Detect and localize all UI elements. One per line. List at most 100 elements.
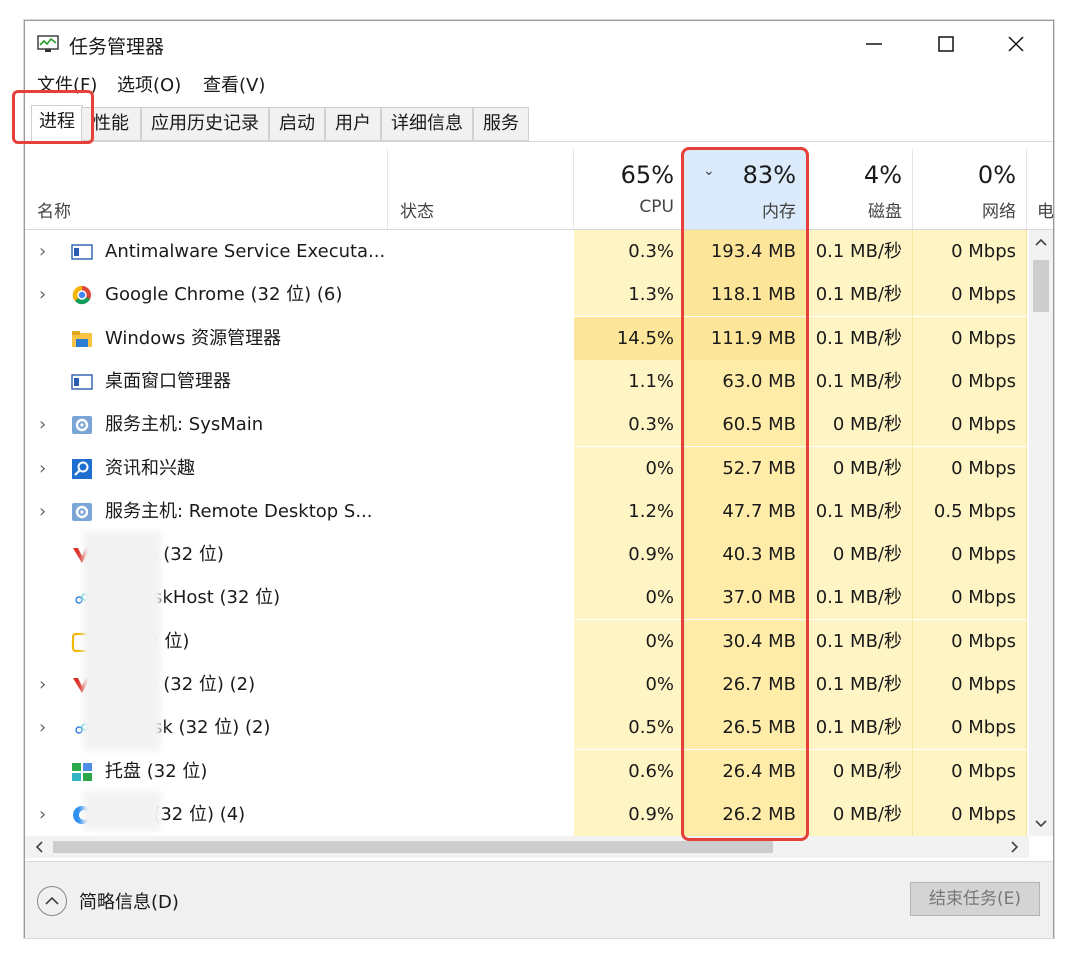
table-row[interactable]: Office (32 位) 0.9% 40.3 MB 0 MB/秒 0 Mbps	[25, 533, 1029, 577]
expand-chevron-icon[interactable]: ›	[39, 273, 46, 316]
minimize-button[interactable]	[839, 21, 909, 67]
network-value: 0 Mbps	[913, 706, 1027, 750]
header-disk[interactable]: 4% 磁盘	[807, 149, 913, 229]
end-task-button[interactable]: 结束任务(E)	[910, 882, 1040, 916]
column-header: 名称 状态 65% CPU ⌄ 83% 内存 4% 磁盘 0% 网络 电	[25, 149, 1053, 230]
process-name: Windows 资源管理器	[105, 327, 282, 349]
redacted-area	[83, 791, 161, 831]
table-row[interactable]: Windows 资源管理器 14.5% 111.9 MB 0.1 MB/秒 0 Mbps	[25, 316, 1029, 360]
folder-icon	[72, 330, 92, 347]
vertical-scrollbar[interactable]	[1029, 230, 1053, 836]
disk-value: 0 MB/秒	[807, 403, 913, 447]
cpu-value: 0.3%	[574, 403, 685, 447]
close-icon	[1008, 36, 1024, 52]
disk-value: 0 MB/秒	[807, 446, 913, 490]
disk-value: 0 MB/秒	[807, 792, 913, 836]
horizontal-scroll-thumb[interactable]	[53, 841, 773, 853]
table-row[interactable]: › 服务主机: Remote Desktop S... 1.2% 47.7 MB 0.1…	[25, 489, 1029, 533]
scroll-left-icon[interactable]	[29, 836, 49, 858]
tray-icon	[72, 762, 92, 781]
fewer-details-button[interactable]	[37, 886, 67, 916]
task-manager-window: 任务管理器 文件(F) 选项(O) 查看(V) 进程 性能 应用历史记录 启动 …	[24, 20, 1054, 938]
network-value: 0 Mbps	[913, 576, 1027, 620]
header-network[interactable]: 0% 网络	[913, 149, 1027, 229]
header-power[interactable]: 电	[1027, 149, 1053, 229]
menu-options[interactable]: 选项(O)	[117, 71, 181, 97]
tab-users[interactable]: 用户	[325, 107, 381, 141]
cpu-value: 1.2%	[574, 489, 685, 533]
network-value: 0 Mbps	[913, 663, 1027, 706]
table-row[interactable]: › Antimalware Service Executa... 0.3% 193.4…	[25, 230, 1029, 273]
expand-chevron-icon[interactable]: ›	[39, 793, 46, 836]
footer-bar: 简略信息(D) 结束任务(E)	[25, 861, 1053, 938]
table-row[interactable]: › Google Chrome (32 位) (6) 1.3% 118.1 MB 0.1…	[25, 273, 1029, 317]
expand-chevron-icon[interactable]: ›	[39, 230, 46, 273]
network-value: 0 Mbps	[913, 230, 1027, 273]
close-button[interactable]	[981, 21, 1051, 67]
scroll-down-icon[interactable]	[1029, 814, 1053, 834]
chevron-up-icon	[45, 896, 59, 905]
window-manager-icon	[71, 374, 93, 390]
expand-chevron-icon[interactable]: ›	[39, 663, 46, 706]
minimize-icon	[866, 43, 882, 45]
cpu-value: 0.9%	[574, 792, 685, 836]
network-value: 0 Mbps	[913, 403, 1027, 447]
table-row[interactable]: › wser (32 位) (4) 0.9% 26.2 MB 0 MB/秒 0 Mbps	[25, 792, 1029, 836]
header-status[interactable]: 状态	[388, 149, 574, 229]
network-value: 0 Mbps	[913, 316, 1027, 360]
expand-chevron-icon[interactable]: ›	[39, 447, 46, 490]
process-name: 桌面窗口管理器	[105, 370, 231, 392]
process-name: 服务主机: SysMain	[105, 414, 264, 436]
table-row[interactable]: NetdiskHost (32 位) 0% 37.0 MB 0.1 MB/秒 0 Mbp…	[25, 576, 1029, 620]
scroll-right-icon[interactable]	[1005, 836, 1025, 858]
task-manager-icon	[37, 35, 59, 52]
cpu-value: 0%	[574, 576, 685, 620]
network-value: 0 Mbps	[913, 792, 1027, 836]
disk-value: 0.1 MB/秒	[807, 663, 913, 706]
network-value: 0 Mbps	[913, 749, 1027, 793]
process-name: 资讯和兴趣	[105, 457, 195, 479]
header-name[interactable]: 名称	[25, 149, 388, 229]
cpu-label: CPU	[639, 197, 674, 217]
cpu-total-percent: 65%	[620, 161, 674, 189]
process-list: › Antimalware Service Executa... 0.3% 193.4…	[25, 230, 1029, 836]
maximize-button[interactable]	[911, 21, 981, 67]
tab-startup[interactable]: 启动	[269, 107, 325, 141]
tab-bar: 进程 性能 应用历史记录 启动 用户 详细信息 服务	[25, 105, 1053, 142]
header-cpu[interactable]: 65% CPU	[574, 149, 685, 229]
network-value: 0 Mbps	[913, 533, 1027, 577]
disk-value: 0.1 MB/秒	[807, 489, 913, 533]
tab-services[interactable]: 服务	[473, 107, 529, 141]
table-row[interactable]: 托盘 (32 位) 0.6% 26.4 MB 0 MB/秒 0 Mbps	[25, 749, 1029, 793]
horizontal-scrollbar[interactable]	[25, 836, 1029, 858]
tab-app-history[interactable]: 应用历史记录	[141, 107, 269, 141]
network-value: 0.5 Mbps	[913, 489, 1027, 533]
table-row[interactable]: › 服务主机: SysMain 0.3% 60.5 MB 0 MB/秒 0 Mbps	[25, 403, 1029, 447]
window-title: 任务管理器	[69, 36, 165, 58]
gear-icon	[72, 416, 92, 435]
table-row[interactable]: 桌面窗口管理器 1.1% 63.0 MB 0.1 MB/秒 0 Mbps	[25, 359, 1029, 403]
table-row[interactable]: 身 (32 位)0%30.4 MB0.1 MB/秒0 Mbps	[25, 619, 1029, 663]
antimalware-service-icon	[71, 244, 93, 260]
cpu-value: 0.5%	[574, 706, 685, 750]
tab-highlight-box	[12, 90, 94, 144]
process-name: 服务主机: Remote Desktop S...	[105, 500, 373, 522]
expand-chevron-icon[interactable]: ›	[39, 490, 46, 533]
cpu-value: 0%	[574, 663, 685, 706]
scroll-up-icon[interactable]	[1029, 232, 1053, 252]
memory-column-highlight-box	[681, 147, 809, 841]
fewer-details-label[interactable]: 简略信息(D)	[79, 888, 179, 914]
table-row[interactable]: › 资讯和兴趣 0% 52.7 MB 0 MB/秒 0 Mbps	[25, 446, 1029, 490]
network-value: 0 Mbps	[913, 619, 1027, 663]
table-row[interactable]: › Office (32 位) (2) 0% 26.7 MB 0.1 MB/秒 0 Mbp…	[25, 663, 1029, 706]
menu-view[interactable]: 查看(V)	[203, 71, 265, 97]
disk-value: 0.1 MB/秒	[807, 273, 913, 317]
cpu-value: 1.3%	[574, 273, 685, 317]
vertical-scroll-thumb[interactable]	[1033, 260, 1049, 312]
disk-value: 0.1 MB/秒	[807, 706, 913, 750]
cpu-value: 1.1%	[574, 359, 685, 403]
expand-chevron-icon[interactable]: ›	[39, 403, 46, 446]
table-row[interactable]: › Netdisk (32 位) (2) 0.5% 26.5 MB 0.1 MB/秒 0 …	[25, 706, 1029, 750]
tab-details[interactable]: 详细信息	[381, 107, 473, 141]
expand-chevron-icon[interactable]: ›	[39, 706, 46, 749]
